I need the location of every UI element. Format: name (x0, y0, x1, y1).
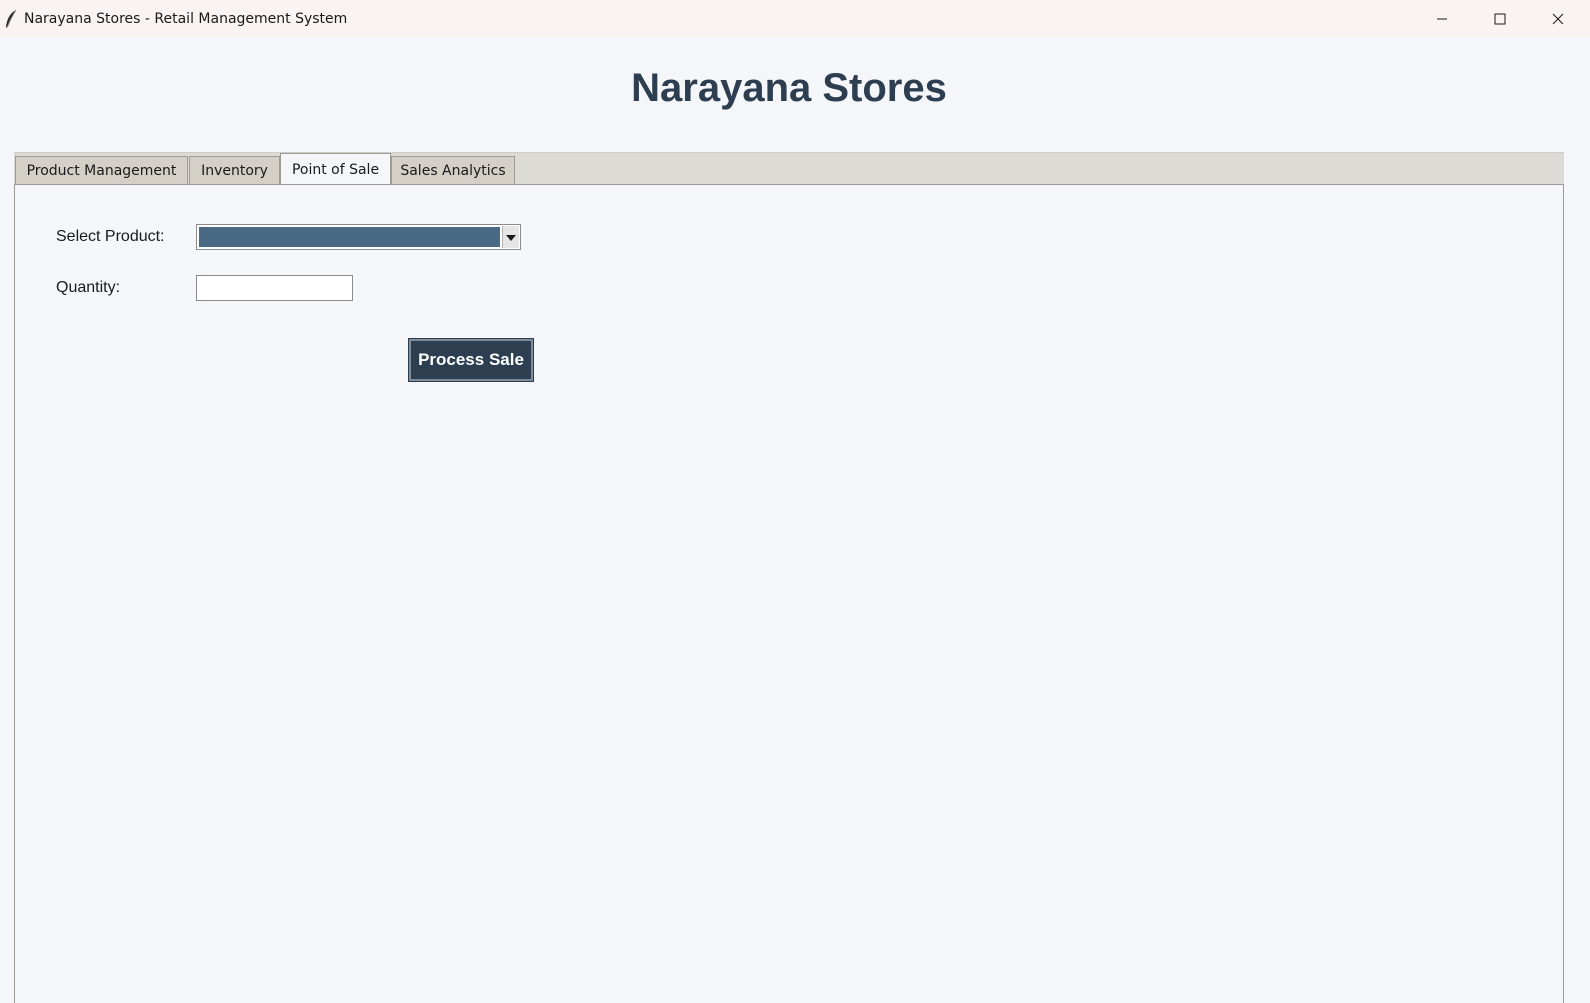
select-product-combobox[interactable] (196, 224, 521, 250)
process-sale-button[interactable]: Process Sale (408, 338, 534, 382)
tab-sales-analytics[interactable]: Sales Analytics (391, 156, 515, 185)
app-heading: Narayana Stores (631, 66, 947, 110)
window-titlebar: Narayana Stores - Retail Management Syst… (0, 0, 1590, 38)
dropdown-button[interactable] (502, 226, 519, 248)
window-title: Narayana Stores - Retail Management Syst… (24, 11, 348, 27)
quantity-input[interactable] (196, 275, 353, 301)
tab-point-of-sale[interactable]: Point of Sale (280, 153, 391, 186)
select-product-label: Select Product: (56, 228, 165, 245)
close-icon (1552, 13, 1564, 25)
minimize-icon (1436, 13, 1448, 25)
tab-product-management[interactable]: Product Management (15, 156, 188, 185)
select-product-value[interactable] (199, 227, 500, 247)
quantity-label: Quantity: (56, 279, 121, 296)
tab-strip: Product Management Inventory Point of Sa… (14, 152, 1564, 186)
point-of-sale-panel (14, 184, 1564, 1003)
feather-icon (4, 9, 18, 29)
chevron-down-icon (506, 228, 516, 246)
maximize-button[interactable] (1472, 0, 1528, 38)
close-button[interactable] (1530, 0, 1586, 38)
minimize-button[interactable] (1414, 0, 1470, 38)
tab-inventory[interactable]: Inventory (189, 156, 280, 185)
maximize-icon (1494, 13, 1506, 25)
